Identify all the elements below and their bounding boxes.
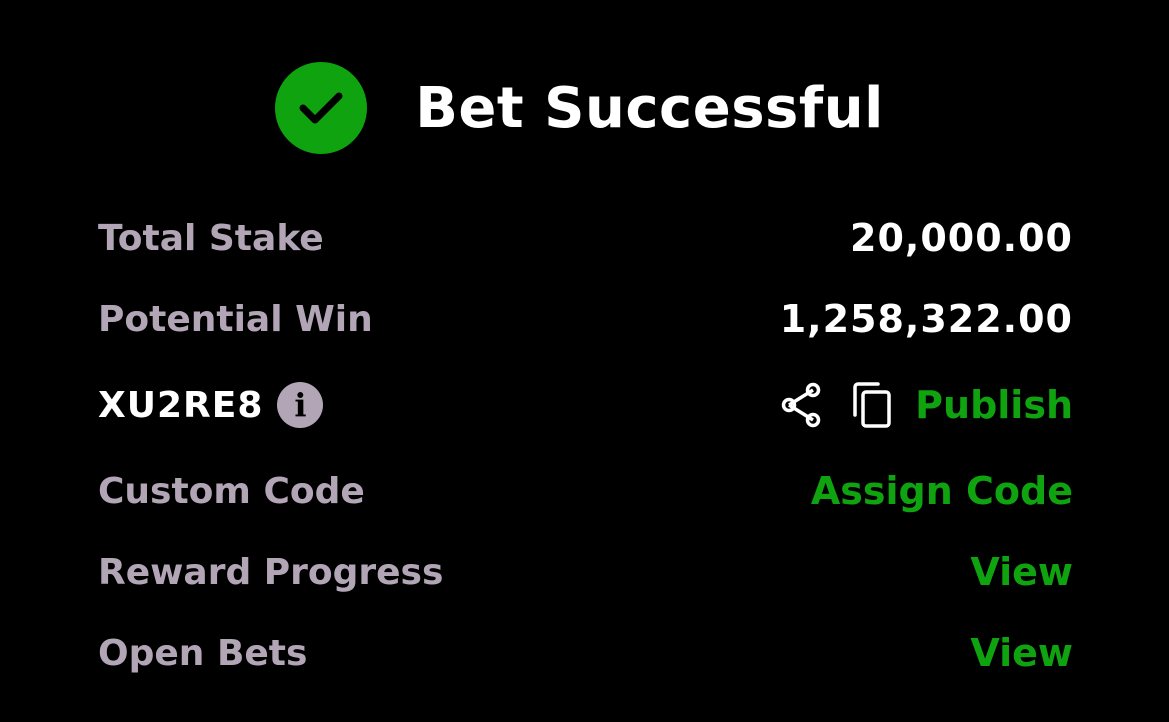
- custom-code-row: Custom Code Assign Code: [98, 461, 1073, 521]
- info-icon[interactable]: i: [277, 382, 324, 428]
- reward-progress-view-link[interactable]: View: [970, 550, 1073, 594]
- reward-progress-label: Reward Progress: [98, 551, 444, 593]
- publish-link[interactable]: Publish: [915, 383, 1073, 427]
- custom-code-label: Custom Code: [98, 470, 365, 512]
- page-title: Bet Successful: [415, 75, 884, 141]
- reward-progress-row: Reward Progress View: [98, 542, 1073, 602]
- total-stake-row: Total Stake 20,000.00: [98, 208, 1073, 268]
- booking-code-group: XU2RE8 i: [98, 382, 324, 428]
- booking-actions: Publish: [779, 381, 1073, 429]
- potential-win-row: Potential Win 1,258,322.00: [98, 289, 1073, 349]
- open-bets-label: Open Bets: [98, 632, 308, 674]
- potential-win-label: Potential Win: [98, 298, 373, 340]
- booking-code-row: XU2RE8 i Publish: [98, 375, 1073, 435]
- copy-icon[interactable]: [851, 381, 893, 429]
- total-stake-label: Total Stake: [98, 217, 324, 259]
- total-stake-value: 20,000.00: [850, 216, 1073, 260]
- open-bets-row: Open Bets View: [98, 623, 1073, 683]
- open-bets-view-link[interactable]: View: [970, 631, 1073, 675]
- success-header: Bet Successful: [0, 60, 1169, 156]
- potential-win-value: 1,258,322.00: [779, 297, 1073, 341]
- assign-code-link[interactable]: Assign Code: [811, 469, 1073, 513]
- share-icon[interactable]: [779, 382, 823, 428]
- check-circle-icon: [275, 62, 368, 154]
- booking-code: XU2RE8: [98, 384, 264, 426]
